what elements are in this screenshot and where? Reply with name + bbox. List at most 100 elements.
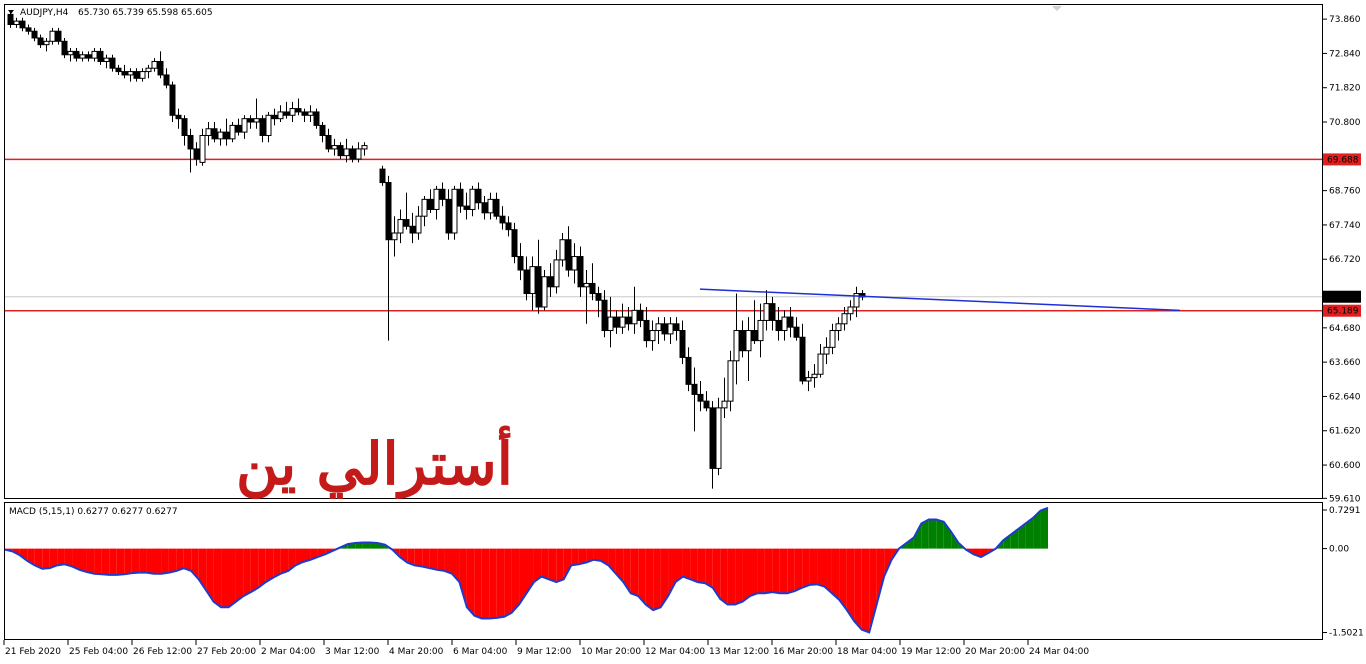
- candle-body-bull: [607, 316, 614, 332]
- candle-body-bull: [667, 323, 674, 335]
- macd-bar-negative: [437, 548, 445, 571]
- candle-body-bear: [187, 134, 194, 150]
- macd-bar-negative: [541, 548, 549, 580]
- macd-bar-negative: [548, 548, 557, 583]
- candle-body-bull: [355, 148, 362, 160]
- candle-body-bull: [715, 407, 722, 469]
- candle-body-bear: [739, 330, 746, 352]
- candle-body-bear: [283, 111, 290, 116]
- price-tick-label: 64.680: [1329, 324, 1361, 334]
- candle-body-bear: [769, 303, 776, 321]
- level-price-label: 69.688: [1327, 155, 1359, 165]
- time-tick-label: 21 Feb 2020: [5, 647, 61, 657]
- candle-body-bear: [661, 323, 668, 335]
- candle-body-bull: [103, 57, 110, 62]
- candle-body-bear: [295, 108, 302, 113]
- macd-bar-negative: [139, 548, 147, 573]
- time-tick-label: 3 Mar 12:00: [325, 647, 380, 657]
- candle-body-bear: [385, 182, 392, 241]
- candle-body-bear: [613, 316, 620, 328]
- candle-body-bull: [583, 282, 590, 288]
- candle-body-bear: [673, 323, 680, 332]
- time-tick-label: 10 Mar 20:00: [581, 647, 641, 657]
- macd-bar-negative: [802, 548, 810, 588]
- price-axis: 73.860 72.840 71.820 70.800 68.760 67.740 66.7…: [1322, 15, 1361, 504]
- candle-body-bear: [85, 54, 92, 59]
- macd-bar-negative: [280, 548, 289, 574]
- candle-body-bull: [49, 30, 56, 42]
- candle-body-bear: [181, 118, 188, 136]
- candle-body-bear: [457, 188, 464, 207]
- candle-body-bear: [445, 198, 452, 234]
- candle-body-bear: [679, 330, 686, 358]
- price-tick-label: 61.620: [1329, 427, 1361, 437]
- price-tick-label: 60.600: [1329, 461, 1361, 471]
- candle-body-bull: [835, 323, 842, 332]
- candle-body-bull: [553, 259, 560, 288]
- macd-bar-negative: [571, 548, 579, 566]
- candle: [313, 108, 320, 129]
- candle-body-bear: [115, 67, 122, 73]
- macd-bar-negative: [697, 548, 706, 584]
- macd-bar-negative: [161, 548, 169, 574]
- candle: [379, 165, 386, 186]
- macd-bar-negative: [213, 548, 222, 608]
- time-tick-label: 6 Mar 04:00: [453, 647, 508, 657]
- candle-body-bull: [811, 373, 818, 379]
- macd-bar-negative: [630, 548, 639, 597]
- candle-body-bear: [709, 407, 716, 469]
- macd-bar-negative: [429, 548, 438, 570]
- candle-body-bear: [697, 393, 704, 402]
- macd-bar-negative: [79, 548, 87, 573]
- candle: [61, 37, 68, 59]
- candle-body-bear: [121, 71, 128, 76]
- macd-bar-negative: [757, 548, 765, 594]
- price-pane-frame: [4, 4, 1323, 499]
- candle-body-bull: [67, 50, 74, 56]
- candle-body-bear: [751, 330, 758, 342]
- candle-body-bull: [91, 50, 98, 59]
- candle-body-bull: [307, 111, 314, 116]
- ohlc-readout: 65.730 65.739 65.598 65.605: [78, 8, 213, 18]
- macd-bar-negative: [496, 548, 505, 618]
- macd-bar-negative: [109, 548, 117, 575]
- candle-body-bear: [313, 111, 320, 126]
- macd-bar-negative: [57, 548, 65, 566]
- candle-body-bull: [277, 111, 284, 120]
- time-tick-label: 25 Feb 04:00: [69, 647, 128, 657]
- price-tick-label: 70.800: [1329, 118, 1361, 128]
- candle-body-bear: [775, 319, 782, 332]
- candle-body-bull: [487, 198, 494, 214]
- macd-bar-negative: [809, 548, 818, 585]
- candle-body-bull: [541, 276, 548, 308]
- time-tick-label: 20 Mar 20:00: [965, 647, 1025, 657]
- candle-body-bear: [235, 124, 242, 133]
- candle-body-bear: [301, 111, 308, 116]
- candle-body-bear: [37, 37, 44, 46]
- macd-bar-negative: [779, 548, 788, 594]
- macd-bar-negative: [556, 548, 564, 583]
- candle-body-bear: [463, 205, 470, 210]
- macd-bar-negative: [243, 548, 251, 597]
- candle-body-bear: [685, 356, 692, 385]
- candle-body-bull: [823, 346, 830, 355]
- candle-body-bull: [619, 316, 626, 328]
- candle-body-bear: [31, 30, 38, 39]
- macd-bar-negative: [854, 548, 862, 630]
- macd-bar-negative: [750, 548, 758, 597]
- macd-tick-label: 0.7291: [1329, 506, 1361, 516]
- macd-bar-negative: [817, 548, 825, 587]
- macd-bar-negative: [861, 548, 870, 633]
- macd-bar-negative: [168, 548, 177, 573]
- time-tick-label: 24 Mar 04:00: [1029, 647, 1089, 657]
- candle-body-bull: [631, 309, 638, 325]
- symbol-label: AUDJPY,H4: [20, 8, 69, 18]
- candle-body-bull: [289, 108, 296, 116]
- current-price-label: 65.605: [1327, 293, 1359, 303]
- candle-body-bear: [595, 293, 602, 301]
- candle-body-bull: [727, 360, 734, 402]
- candle-body-bear: [163, 74, 170, 86]
- candle-body-bull: [397, 219, 404, 234]
- time-tick-label: 2 Mar 04:00: [261, 647, 316, 657]
- candle-body-bear: [493, 198, 500, 217]
